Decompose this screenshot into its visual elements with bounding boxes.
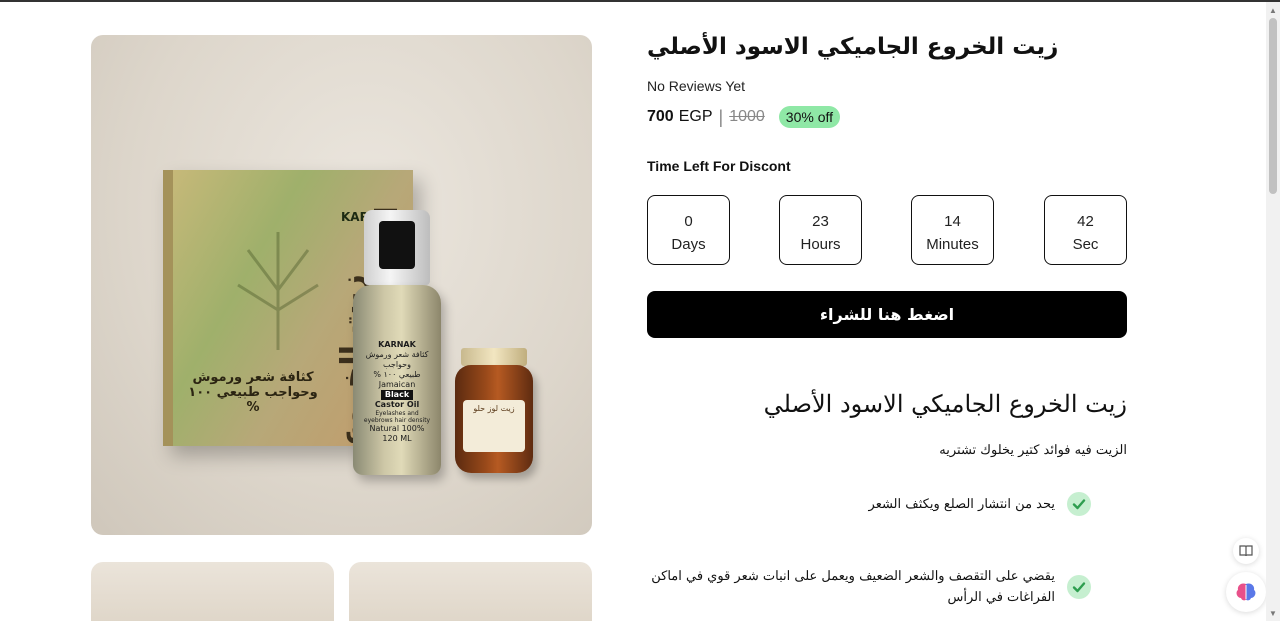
bottle-brand: KARNAK — [378, 340, 416, 349]
countdown-label: Hours — [800, 236, 841, 253]
box-subtitle: كثافة شعر ورموش وحواجب طبيعي ١٠٠ % — [188, 370, 318, 415]
countdown-label: Sec — [1072, 236, 1099, 253]
brain-icon[interactable] — [1226, 572, 1266, 612]
product-title-text: زيت الخروع الجاميكي الاسود الأصلي — [647, 34, 1059, 60]
countdown-value: 0 — [684, 213, 693, 230]
main-product-image[interactable]: KARNAK زيت الخروع الاسود الجاميكي كثافة … — [91, 35, 592, 535]
countdown-label: Days — [671, 236, 706, 253]
box-side — [163, 170, 173, 446]
product-title: زيت الخروع الجاميكي الاسود الأصلي — [647, 34, 1127, 60]
feature-item: يقضي على التقصف والشعر الضعيف ويعمل على … — [647, 566, 1127, 608]
bottle-line4: Castor Oil — [374, 400, 420, 409]
price-separator: | — [718, 106, 724, 127]
countdown-value: 23 — [812, 213, 829, 230]
top-border — [0, 0, 1280, 2]
check-icon — [1067, 492, 1091, 516]
bottle-black: Black — [380, 390, 414, 400]
price-row: 700 EGP | 1000 30% off — [647, 106, 841, 128]
scroll-down-icon[interactable]: ▼ — [1266, 609, 1280, 619]
current-price: 700 — [647, 108, 674, 125]
bottle-pump — [379, 221, 415, 269]
jar-label: زيت لوز حلو — [463, 400, 525, 452]
leaf-icon — [237, 232, 319, 350]
description-heading: زيت الخروع الجاميكي الاسود الأصلي — [763, 390, 1127, 418]
bottle-line5: Eyelashes and eyebrows hair density — [363, 410, 431, 424]
scroll-thumb[interactable] — [1269, 18, 1277, 194]
countdown-minutes: 14 Minutes — [911, 195, 994, 265]
bottle-line3: Jamaican — [378, 380, 416, 389]
bottle-line2: طبيعي ١٠٠ % — [373, 370, 421, 379]
reader-icon[interactable] — [1233, 538, 1259, 564]
scroll-up-icon[interactable]: ▲ — [1266, 6, 1280, 16]
buy-now-button[interactable]: اضغط هنا للشراء — [647, 291, 1127, 338]
feature-text: يقضي على التقصف والشعر الضعيف ويعمل على … — [651, 569, 1055, 605]
countdown-value: 14 — [944, 213, 961, 230]
countdown-days: 0 Days — [647, 195, 730, 265]
jar-lid — [461, 348, 527, 366]
reviews-text: No Reviews Yet — [647, 78, 746, 94]
page-scrollbar[interactable]: ▲ ▼ — [1266, 2, 1280, 621]
bottle-line1: كثافة شعر ورموش وحواجب — [365, 350, 429, 369]
feature-text: يحد من انتشار الصلع ويكثف الشعر — [868, 496, 1055, 512]
countdown-seconds: 42 Sec — [1044, 195, 1127, 265]
countdown-hours: 23 Hours — [779, 195, 862, 265]
thumbnail-1[interactable] — [91, 562, 334, 621]
bottle-line6: Natural 100% — [369, 424, 425, 433]
countdown-value: 42 — [1077, 213, 1094, 230]
old-price: 1000 — [729, 108, 765, 125]
countdown-title: Time Left For Discont — [647, 158, 791, 174]
thumbnail-2[interactable] — [349, 562, 592, 621]
currency: EGP — [678, 108, 713, 125]
check-icon — [1067, 575, 1091, 599]
bottle-label: KARNAK كثافة شعر ورموش وحواجب طبيعي ١٠٠ … — [361, 340, 433, 444]
bottle-line7: 120 ML — [382, 434, 412, 443]
countdown-label: Minutes — [926, 236, 979, 253]
feature-item: يحد من انتشار الصلع ويكثف الشعر — [647, 492, 1127, 516]
description-intro: الزيت فيه فوائد كتير يخلوك تشتريه — [939, 443, 1127, 458]
discount-badge: 30% off — [778, 106, 841, 128]
